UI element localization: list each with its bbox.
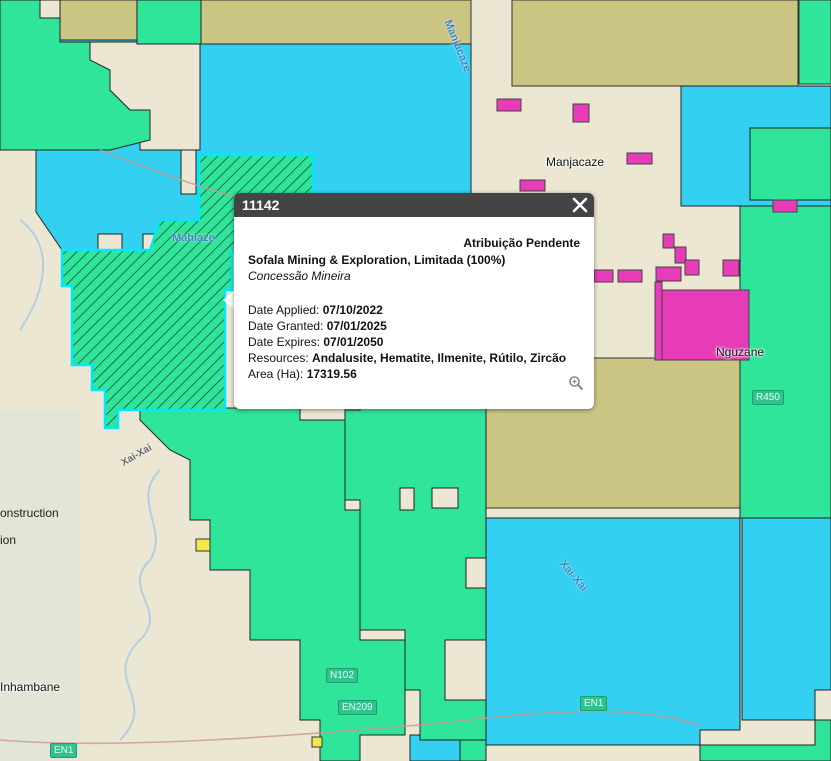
pending-parcel[interactable] (200, 0, 472, 45)
concession-parcel[interactable] (749, 127, 831, 201)
popup-title: 11142 (242, 197, 280, 213)
exploration-parcel[interactable] (741, 517, 831, 721)
field-date-granted: Date Granted: 07/01/2025 (248, 319, 387, 333)
pending-parcel[interactable] (59, 0, 139, 43)
concession-parcel[interactable] (459, 739, 487, 761)
field-area: Area (Ha): 17319.56 (248, 367, 357, 381)
feature-popup: 11142 Atribuição Pendente Sofala Mining … (234, 193, 594, 409)
field-date-applied: Date Applied: 07/10/2022 (248, 303, 383, 317)
close-icon[interactable] (570, 195, 590, 215)
pending-parcel[interactable] (511, 0, 799, 87)
concession-parcel[interactable] (136, 0, 202, 45)
concession-type: Concessão Mineira (248, 269, 351, 283)
popup-body: Atribuição Pendente Sofala Mining & Expl… (234, 217, 594, 382)
company-name: Sofala Mining & Exploration, Limitada (1… (248, 253, 506, 267)
popup-header: 11142 (234, 193, 594, 217)
legend-panel (0, 410, 80, 761)
concession-parcel[interactable] (739, 205, 831, 519)
concession-status: Atribuição Pendente (463, 236, 580, 250)
field-date-expires: Date Expires: 07/01/2050 (248, 335, 384, 349)
zoom-to-icon[interactable] (568, 375, 584, 391)
field-resources: Resources: Andalusite, Hematite, Ilmenit… (248, 351, 567, 365)
concession-parcel[interactable] (798, 0, 831, 85)
